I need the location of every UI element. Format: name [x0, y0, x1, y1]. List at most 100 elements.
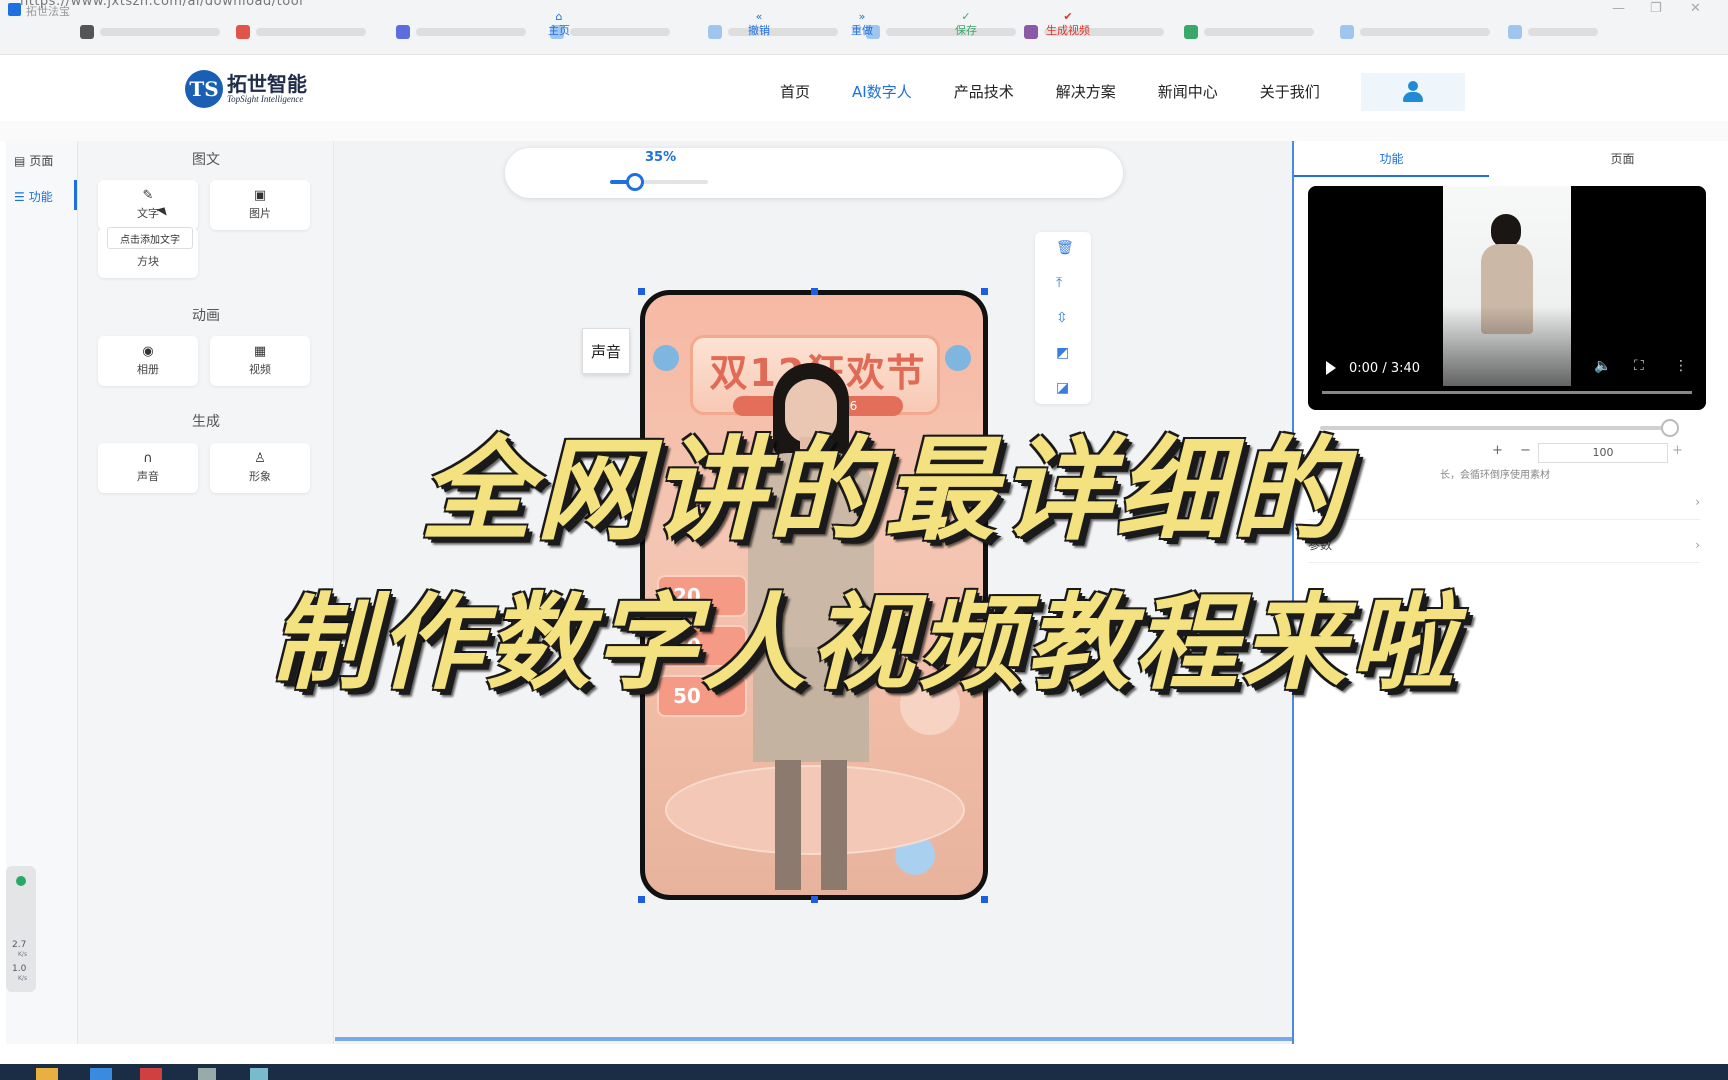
site-logo[interactable]: TS 拓世智能 TopSight Intelligence — [185, 70, 307, 108]
resize-handle[interactable] — [981, 896, 988, 903]
headline-line-1: 全网讲的最详细的 — [420, 426, 1348, 556]
tab-page[interactable]: 页面 — [1525, 150, 1720, 167]
headline-line-2: 制作数字人视频教程来啦 — [269, 582, 1458, 704]
bookmark-item[interactable] — [396, 22, 526, 42]
edit-icon: ✎ — [142, 188, 154, 203]
resize-handle[interactable] — [638, 288, 645, 295]
video-time: 0:00 / 3:40 — [1349, 361, 1421, 376]
checkmark-icon: ✔ — [1063, 10, 1073, 23]
app-title: 拓世法宝 — [26, 5, 70, 18]
align-top-icon[interactable]: ⤒ — [1056, 275, 1062, 291]
camera-icon: ◉ — [142, 344, 154, 359]
folder-icon[interactable] — [36, 1068, 58, 1080]
rail-item-label: 功能 — [28, 190, 53, 204]
decor-ball — [653, 345, 679, 371]
toolbar-label: 保存 — [955, 24, 977, 37]
download-unit: K/s — [18, 975, 28, 982]
film-icon: ▦ — [253, 344, 267, 359]
toolbar-redo-button[interactable]: » 重做 — [851, 10, 873, 38]
download-speed: 1.0 — [12, 964, 27, 974]
app-taskbar-icon[interactable] — [90, 1068, 112, 1080]
logo-icon: TS — [185, 70, 223, 108]
bookmark-item[interactable] — [80, 22, 220, 42]
app-taskbar-icon[interactable] — [250, 1068, 268, 1080]
image-icon: ▣ — [253, 188, 267, 203]
double-chevron-left-icon: « — [755, 10, 763, 23]
rail-item-functions[interactable]: ☰ 功能 — [14, 188, 53, 205]
video-player[interactable]: 0:00 / 3:40 🔈 ⛶ ⋮ — [1308, 186, 1706, 410]
resize-handle[interactable] — [811, 896, 818, 903]
bookmark-item[interactable] — [866, 22, 1016, 42]
video-progress-bar[interactable] — [1322, 391, 1692, 394]
volume-icon[interactable]: 🔈 — [1594, 358, 1611, 374]
bookmark-item[interactable] — [236, 22, 366, 42]
tool-text-button[interactable]: ✎ 文字 — [98, 180, 198, 230]
restore-icon[interactable]: ❐ — [1650, 1, 1662, 16]
site-header: TS 拓世智能 TopSight Intelligence 首页 AI数字人 产… — [0, 55, 1728, 125]
home-icon: ⌂ — [555, 10, 563, 23]
align-middle-icon[interactable]: ⇳ — [1056, 310, 1068, 326]
voice-track-tag[interactable]: 声音 — [582, 328, 630, 374]
nav-ai-digital-human[interactable]: AI数字人 — [852, 81, 912, 102]
app-taskbar-icon[interactable] — [198, 1068, 216, 1080]
presenter-leg — [775, 760, 801, 890]
send-back-icon[interactable]: ◪ — [1056, 380, 1069, 396]
toolbar-label: 主页 — [548, 24, 570, 37]
upload-speed: 2.7 — [12, 940, 27, 950]
toolbar-undo-button[interactable]: «撤销 — [748, 10, 770, 38]
check-circle-icon: ✓ — [961, 10, 971, 23]
rail-item-page[interactable]: ▤ 页面 — [14, 152, 53, 169]
resize-handle[interactable] — [638, 896, 645, 903]
nav-home[interactable]: 首页 — [780, 81, 810, 102]
user-account-button[interactable] — [1361, 73, 1465, 111]
toolbar-home-button[interactable]: ⌂ 主页 — [548, 10, 570, 38]
nav-solutions[interactable]: 解决方案 — [1056, 81, 1116, 102]
rail-item-label: 页面 — [29, 154, 54, 168]
tool-album-button[interactable]: ◉ 相册 — [98, 336, 198, 386]
presenter-leg — [821, 760, 847, 890]
tool-label: 方块 — [137, 255, 159, 268]
logo-chinese-name: 拓世智能 — [227, 72, 307, 96]
nav-about[interactable]: 关于我们 — [1260, 81, 1320, 102]
bookmark-item[interactable] — [708, 22, 838, 42]
bring-front-icon[interactable]: ◩ — [1056, 345, 1069, 361]
toolbar-label: 生成视频 — [1046, 24, 1090, 37]
presenter-head-thumbnail — [1491, 214, 1521, 248]
bookmark-item[interactable] — [1340, 22, 1490, 42]
fullscreen-icon[interactable]: ⛶ — [1634, 358, 1644, 374]
canvas-scrollbar[interactable] — [335, 1037, 1293, 1041]
active-tab-indicator — [1294, 175, 1489, 177]
rail-active-indicator — [74, 180, 77, 210]
toolbar-generate-video-button[interactable]: ✔ 生成视频 — [1046, 10, 1090, 38]
more-options-icon[interactable]: ⋮ — [1674, 358, 1688, 374]
status-dot — [16, 876, 26, 886]
close-icon[interactable]: ✕ — [1690, 1, 1701, 16]
sliders-icon: ☰ — [14, 189, 25, 204]
app-taskbar-icon[interactable] — [140, 1068, 162, 1080]
toolbar-save-button[interactable]: ✓ 保存 — [955, 10, 977, 38]
network-monitor: 2.7 K/s 1.0 K/s — [6, 866, 36, 992]
trash-icon[interactable]: 🗑 — [1056, 240, 1074, 256]
tool-label: 图片 — [249, 207, 271, 220]
bookmark-item[interactable] — [1508, 22, 1598, 42]
editor-toolbar — [505, 148, 1123, 198]
bookmark-item[interactable] — [1024, 22, 1164, 42]
minimize-icon[interactable]: — — [1612, 1, 1625, 16]
tab-functions[interactable]: 功能 — [1294, 150, 1489, 167]
user-icon — [1402, 81, 1424, 103]
nav-products[interactable]: 产品技术 — [954, 81, 1014, 102]
os-taskbar — [0, 1064, 1728, 1080]
zoom-slider-thumb[interactable] — [625, 173, 644, 191]
tool-video-button[interactable]: ▦ 视频 — [210, 336, 310, 386]
tooltip-add-text: 点击添加文字 — [107, 227, 193, 249]
resize-handle[interactable] — [981, 288, 988, 295]
tool-image-button[interactable]: ▣ 图片 — [210, 180, 310, 230]
toolbar-label: 重做 — [851, 24, 873, 37]
logo-english-name: TopSight Intelligence — [227, 94, 304, 104]
nav-news[interactable]: 新闻中心 — [1158, 81, 1218, 102]
resize-handle[interactable] — [811, 288, 818, 295]
decor-ball — [945, 345, 971, 371]
play-icon[interactable] — [1326, 361, 1336, 375]
toolbar-label: 撤销 — [748, 24, 770, 37]
bookmark-item[interactable] — [1184, 22, 1314, 42]
